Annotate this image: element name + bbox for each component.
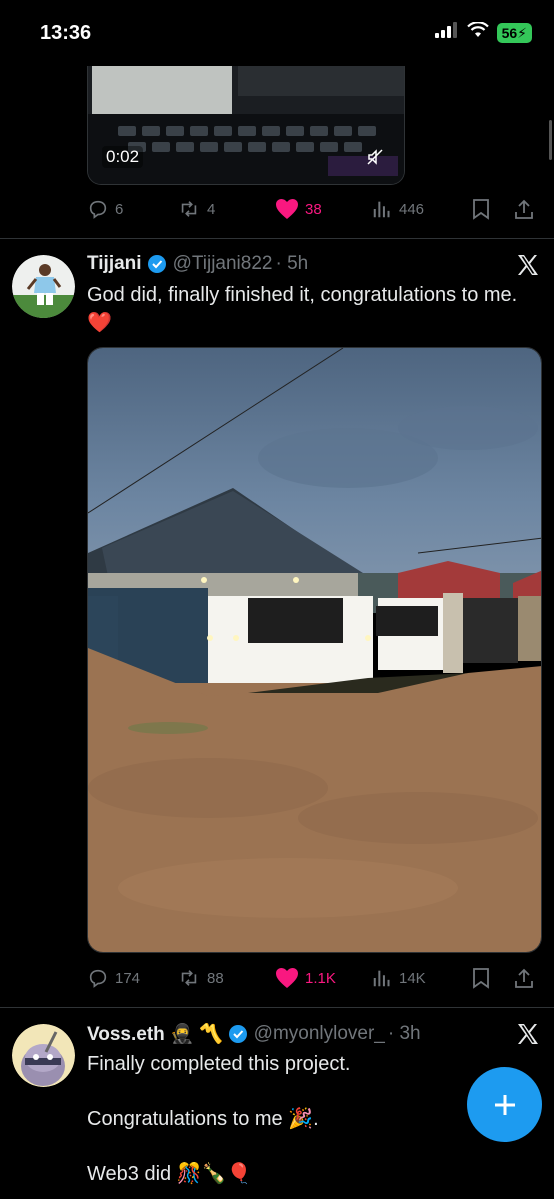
reply-button[interactable]: 174 bbox=[87, 967, 177, 989]
share-icon bbox=[515, 968, 533, 988]
tweet-actions: 6 4 38 446 bbox=[87, 194, 542, 224]
view-count: 14K bbox=[399, 969, 426, 987]
x-logo-icon[interactable] bbox=[516, 1022, 540, 1051]
retweet-icon bbox=[181, 970, 197, 986]
avatar[interactable] bbox=[12, 1024, 75, 1087]
retweet-icon bbox=[181, 201, 197, 217]
tweet-actions: 174 88 1.1K 14K bbox=[87, 963, 542, 993]
reply-count: 6 bbox=[115, 200, 124, 218]
verified-icon bbox=[228, 1024, 248, 1044]
view-count: 446 bbox=[399, 200, 425, 218]
user-handle[interactable]: @myonlylover_ bbox=[254, 1023, 385, 1045]
tweet-text-line: Finally completed this project. bbox=[87, 1053, 351, 1075]
like-count: 38 bbox=[305, 200, 322, 218]
reply-icon bbox=[89, 969, 107, 988]
avatar[interactable] bbox=[12, 255, 75, 318]
tweet-text: God did, finally finished it, congratula… bbox=[87, 284, 518, 334]
share-icon bbox=[515, 199, 533, 219]
display-name[interactable]: Voss.eth 🥷 〽️ bbox=[87, 1022, 223, 1046]
bookmark-button[interactable] bbox=[471, 198, 513, 220]
divider bbox=[0, 238, 554, 239]
battery-indicator: 56⚡ bbox=[496, 22, 532, 43]
views-icon bbox=[373, 970, 390, 987]
like-button[interactable]: 1.1K bbox=[275, 967, 371, 989]
tweet-photo[interactable] bbox=[87, 347, 542, 953]
compose-icon bbox=[494, 1094, 515, 1115]
views-button[interactable]: 446 bbox=[371, 198, 471, 220]
status-time: 13:36 bbox=[40, 22, 92, 44]
retweet-count: 88 bbox=[207, 969, 224, 987]
status-bar: 13:36 56⚡ bbox=[0, 0, 554, 66]
views-icon bbox=[373, 201, 390, 218]
retweet-button[interactable]: 4 bbox=[177, 198, 275, 220]
reply-icon bbox=[89, 200, 107, 219]
bookmark-icon bbox=[473, 199, 489, 220]
tweet-time[interactable]: · 3h bbox=[388, 1023, 421, 1045]
tweet-header: Voss.eth 🥷 〽️ @myonlylover_ · 3h bbox=[87, 1022, 421, 1046]
mute-icon[interactable] bbox=[366, 148, 384, 171]
bookmark-button[interactable] bbox=[471, 967, 513, 989]
scrollbar[interactable] bbox=[549, 120, 552, 160]
tweet-text-line: Web3 did 🎊🍾🎈 bbox=[87, 1163, 252, 1185]
tweet-time[interactable]: · 5h bbox=[275, 253, 308, 275]
like-count: 1.1K bbox=[305, 969, 336, 987]
user-handle[interactable]: @Tijjani822 bbox=[173, 253, 273, 275]
reply-count: 174 bbox=[115, 969, 141, 987]
bookmark-icon bbox=[473, 968, 489, 989]
display-name[interactable]: Tijjani bbox=[87, 253, 142, 275]
wifi-icon bbox=[466, 21, 489, 43]
video-thumbnail[interactable]: 0:02 bbox=[87, 66, 405, 185]
retweet-count: 4 bbox=[207, 200, 216, 218]
video-duration: 0:02 bbox=[102, 146, 144, 168]
like-icon bbox=[276, 968, 298, 988]
battery-level: 56 bbox=[501, 24, 518, 41]
signal-icon bbox=[434, 22, 459, 43]
verified-icon bbox=[147, 254, 167, 274]
reply-button[interactable]: 6 bbox=[87, 198, 177, 220]
tweet-header: Tijjani @Tijjani822 · 5h bbox=[87, 253, 308, 275]
compose-button[interactable] bbox=[467, 1067, 542, 1142]
share-button[interactable] bbox=[513, 967, 535, 989]
share-button[interactable] bbox=[513, 198, 535, 220]
like-button[interactable]: 38 bbox=[275, 198, 371, 220]
views-button[interactable]: 14K bbox=[371, 967, 471, 989]
retweet-button[interactable]: 88 bbox=[177, 967, 275, 989]
x-logo-icon[interactable] bbox=[516, 253, 540, 282]
like-icon bbox=[276, 199, 298, 219]
status-icons: 56⚡ bbox=[434, 21, 532, 43]
divider bbox=[0, 1007, 554, 1008]
